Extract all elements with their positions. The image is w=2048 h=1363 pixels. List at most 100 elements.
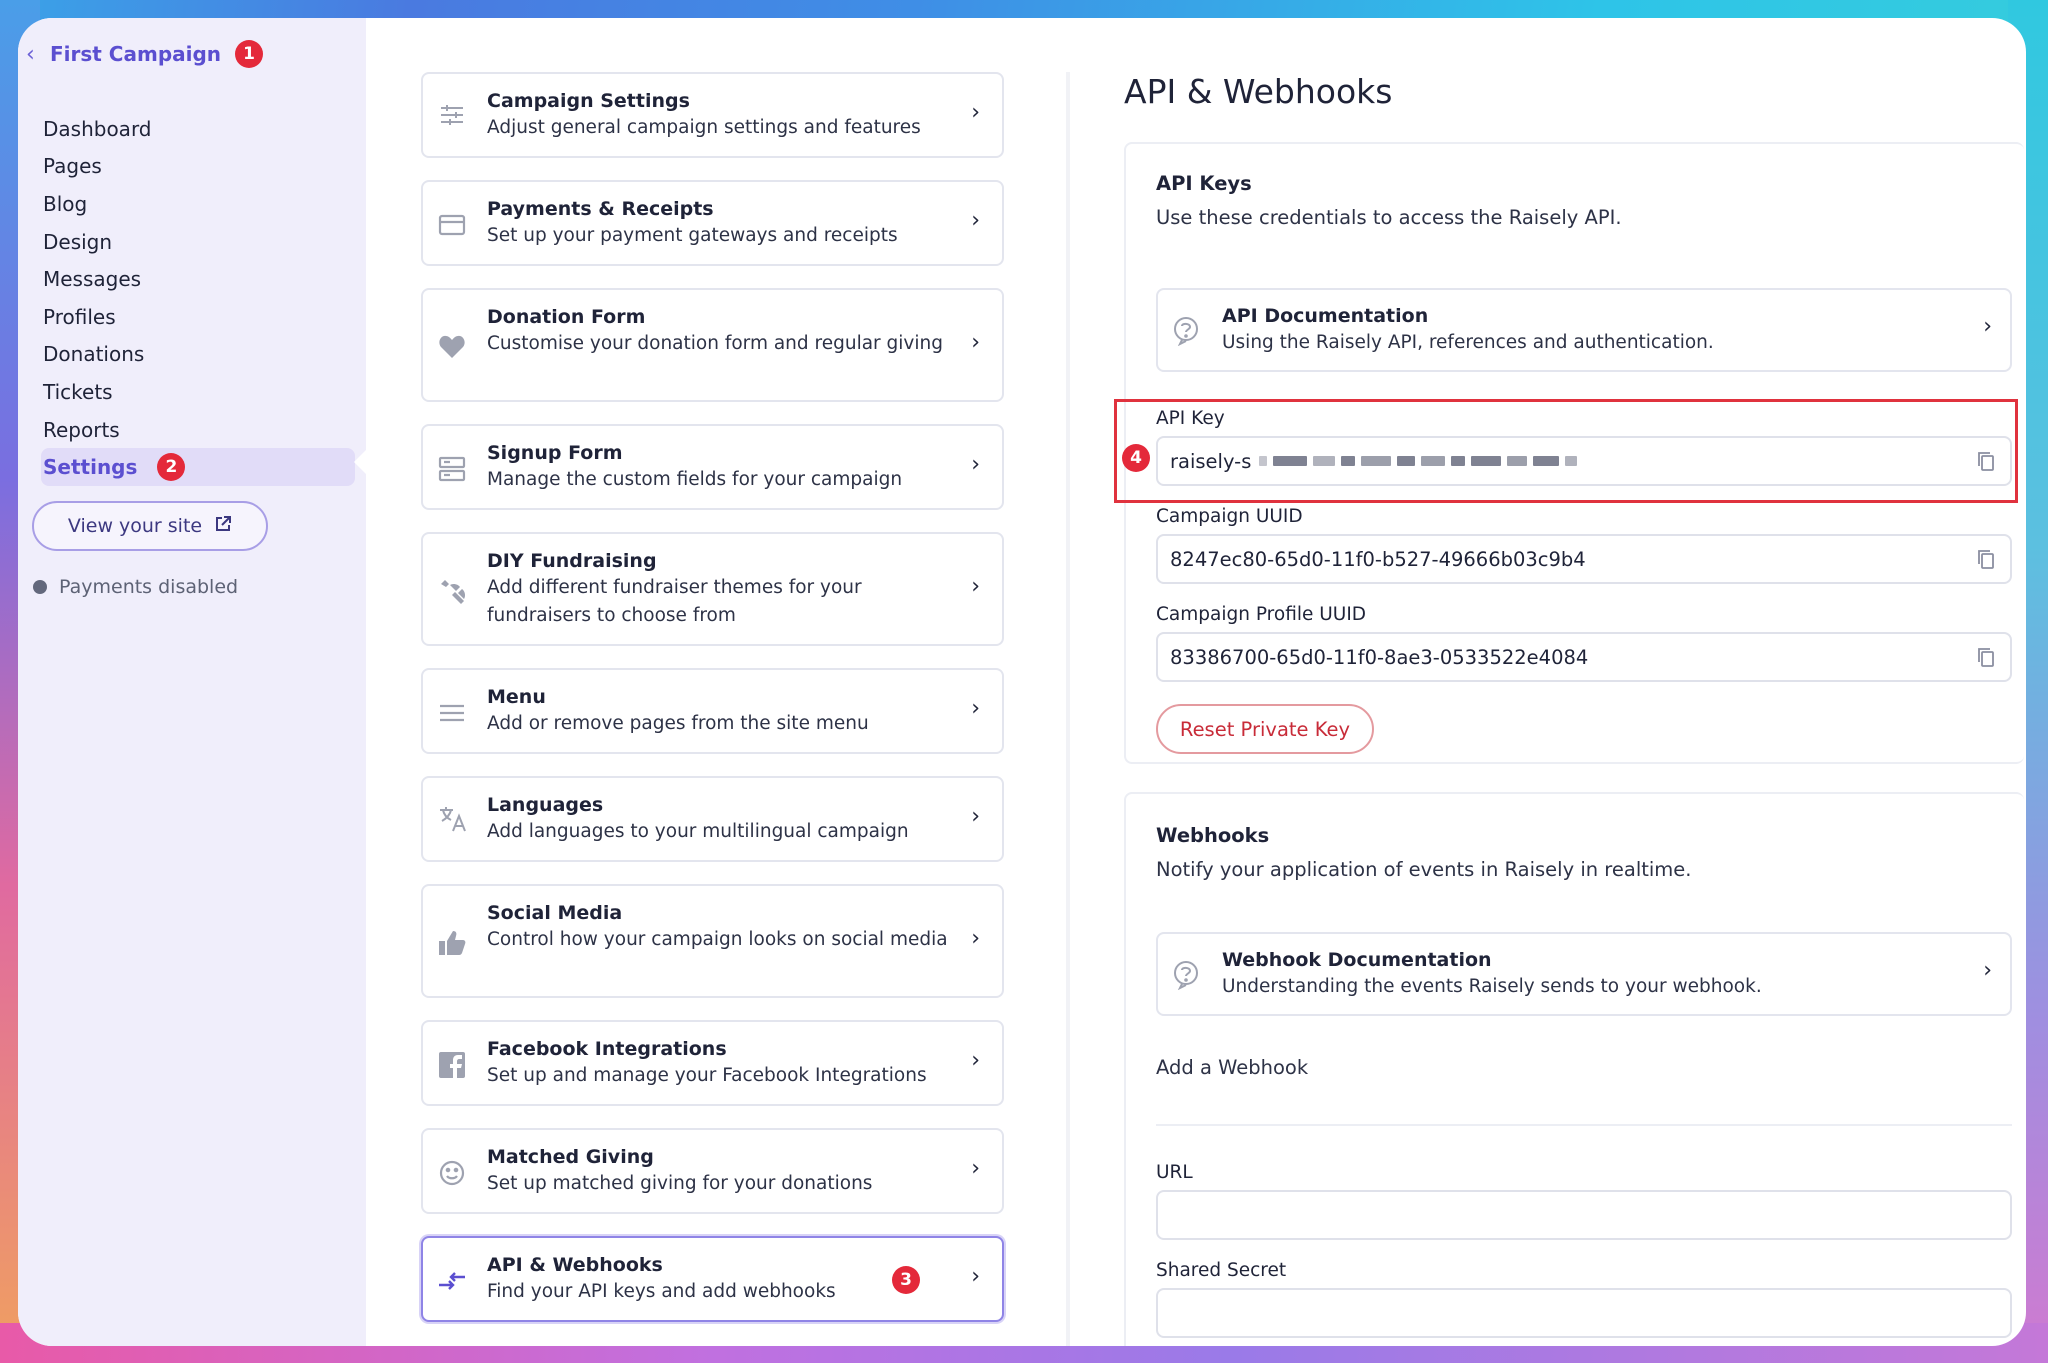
chevron-right-icon: › bbox=[1983, 958, 1992, 983]
campaign-uuid-label: Campaign UUID bbox=[1156, 506, 1303, 527]
doc-title: API Documentation bbox=[1222, 305, 1429, 327]
settings-card-payments-receipts[interactable]: Payments & Receipts Set up your payment … bbox=[421, 180, 1004, 266]
card-desc: Adjust general campaign settings and fea… bbox=[487, 117, 921, 138]
column-divider bbox=[1066, 72, 1070, 1346]
chevron-right-icon: › bbox=[971, 330, 980, 355]
sidebar-item-label: Blog bbox=[43, 191, 88, 216]
card-title: Campaign Settings bbox=[487, 90, 690, 112]
copy-icon[interactable] bbox=[1976, 450, 1998, 472]
card-desc: Add different fundraiser themes for your… bbox=[487, 577, 862, 626]
doc-desc: Understanding the events Raisely sends t… bbox=[1222, 976, 1762, 997]
card-desc: Add or remove pages from the site menu bbox=[487, 713, 869, 734]
chevron-right-icon: › bbox=[971, 804, 980, 829]
shared-secret-input[interactable] bbox=[1156, 1288, 2012, 1338]
sidebar-item-design[interactable]: Design bbox=[43, 223, 355, 261]
url-input[interactable] bbox=[1156, 1190, 2012, 1240]
smiley-icon bbox=[437, 1158, 467, 1188]
card-desc: Find your API keys and add webhooks bbox=[487, 1281, 836, 1302]
shared-secret-label: Shared Secret bbox=[1156, 1260, 1287, 1281]
api-keys-desc: Use these credentials to access the Rais… bbox=[1156, 206, 1622, 229]
sliders-icon bbox=[437, 100, 467, 130]
card-desc: Set up matched giving for your donations bbox=[487, 1173, 873, 1194]
sidebar-item-label: Design bbox=[43, 229, 113, 254]
sidebar-item-donations[interactable]: Donations bbox=[43, 336, 355, 374]
external-link-icon bbox=[214, 515, 232, 538]
sidebar-item-label: Dashboard bbox=[43, 116, 152, 141]
menu-icon bbox=[437, 698, 467, 728]
status-dot-icon bbox=[33, 580, 47, 594]
doc-title: Webhook Documentation bbox=[1222, 949, 1492, 971]
copy-icon[interactable] bbox=[1976, 646, 1998, 668]
reset-private-key-button[interactable]: Reset Private Key bbox=[1156, 704, 1374, 754]
settings-card-menu[interactable]: Menu Add or remove pages from the site m… bbox=[421, 668, 1004, 754]
settings-card-matched-giving[interactable]: Matched Giving Set up matched giving for… bbox=[421, 1128, 1004, 1214]
step-badge-4: 4 bbox=[1122, 444, 1150, 472]
card-title: Signup Form bbox=[487, 442, 623, 464]
sidebar-item-label: Messages bbox=[43, 267, 142, 292]
form-icon bbox=[437, 454, 467, 484]
settings-card-languages[interactable]: Languages Add languages to your multilin… bbox=[421, 776, 1004, 862]
copy-icon[interactable] bbox=[1976, 548, 1998, 570]
api-keys-section: API Keys Use these credentials to access… bbox=[1114, 142, 2024, 764]
sidebar-item-dashboard[interactable]: Dashboard bbox=[43, 110, 355, 148]
card-title: Languages bbox=[487, 794, 604, 816]
chevron-right-icon: › bbox=[971, 926, 980, 951]
sidebar-item-reports[interactable]: Reports bbox=[43, 411, 355, 449]
card-desc: Customise your donation form and regular… bbox=[487, 333, 943, 354]
sidebar-item-profiles[interactable]: Profiles bbox=[43, 298, 355, 336]
webhooks-title: Webhooks bbox=[1156, 824, 1270, 847]
api-documentation-link[interactable]: API Documentation Using the Raisely API,… bbox=[1156, 288, 2012, 372]
page-title: API & Webhooks bbox=[1124, 72, 1393, 111]
sidebar-item-label: Pages bbox=[43, 154, 102, 179]
chevron-right-icon: › bbox=[971, 1264, 980, 1289]
sidebar-item-pages[interactable]: Pages bbox=[43, 148, 355, 186]
thumbs-up-icon bbox=[437, 928, 467, 958]
campaign-back-link[interactable]: ‹ First Campaign 1 bbox=[26, 40, 264, 68]
card-title: Donation Form bbox=[487, 306, 646, 328]
chevron-right-icon: › bbox=[971, 452, 980, 477]
campaign-uuid-value: 8247ec80-65d0-11f0-b527-49666b03c9b4 bbox=[1170, 547, 1586, 571]
settings-card-diy-fundraising[interactable]: DIY Fundraising Add different fundraiser… bbox=[421, 532, 1004, 646]
doc-desc: Using the Raisely API, references and au… bbox=[1222, 332, 1714, 353]
payments-status-text: Payments disabled bbox=[59, 576, 239, 598]
settings-card-facebook-integrations[interactable]: Facebook Integrations Set up and manage … bbox=[421, 1020, 1004, 1106]
view-site-button[interactable]: View your site bbox=[32, 501, 268, 551]
sidebar: ‹ First Campaign 1 Dashboard Pages Blog … bbox=[18, 18, 366, 1346]
settings-card-signup-form[interactable]: Signup Form Manage the custom fields for… bbox=[421, 424, 1004, 510]
sidebar-item-label: Profiles bbox=[43, 304, 116, 329]
settings-card-api-webhooks[interactable]: API & Webhooks Find your API keys and ad… bbox=[421, 1236, 1004, 1322]
campaign-profile-uuid-field[interactable]: 83386700-65d0-11f0-8ae3-0533522e4084 bbox=[1156, 632, 2012, 682]
sidebar-item-label: Donations bbox=[43, 342, 145, 367]
card-title: Facebook Integrations bbox=[487, 1038, 727, 1060]
card-title: DIY Fundraising bbox=[487, 550, 657, 572]
step-badge-3: 3 bbox=[892, 1266, 920, 1294]
chevron-left-icon: ‹ bbox=[26, 41, 35, 67]
api-keys-title: API Keys bbox=[1156, 172, 1252, 195]
step-badge-2: 2 bbox=[157, 453, 186, 482]
webhooks-desc: Notify your application of events in Rai… bbox=[1156, 858, 1692, 881]
help-circle-icon bbox=[1172, 316, 1202, 347]
sidebar-item-messages[interactable]: Messages bbox=[43, 260, 355, 298]
campaign-uuid-field[interactable]: 8247ec80-65d0-11f0-b527-49666b03c9b4 bbox=[1156, 534, 2012, 584]
chevron-right-icon: › bbox=[971, 574, 980, 599]
step-badge-1: 1 bbox=[235, 40, 264, 68]
api-key-value: raisely-s bbox=[1170, 449, 1252, 473]
sidebar-item-settings[interactable]: Settings 2 bbox=[41, 448, 355, 486]
chevron-right-icon: › bbox=[971, 100, 980, 125]
campaign-profile-uuid-value: 83386700-65d0-11f0-8ae3-0533522e4084 bbox=[1170, 645, 1589, 669]
webhook-documentation-link[interactable]: Webhook Documentation Understanding the … bbox=[1156, 932, 2012, 1016]
api-key-blurred-mask bbox=[1259, 456, 1583, 466]
sidebar-item-tickets[interactable]: Tickets bbox=[43, 373, 355, 411]
card-desc: Manage the custom fields for your campai… bbox=[487, 469, 903, 490]
card-desc: Control how your campaign looks on socia… bbox=[487, 929, 948, 950]
api-key-label: API Key bbox=[1156, 408, 1225, 429]
settings-card-social-media[interactable]: Social Media Control how your campaign l… bbox=[421, 884, 1004, 998]
card-desc: Add languages to your multilingual campa… bbox=[487, 821, 909, 842]
sidebar-item-label: Settings bbox=[43, 455, 138, 480]
settings-card-campaign-settings[interactable]: Campaign Settings Adjust general campaig… bbox=[421, 72, 1004, 158]
api-key-field[interactable]: raisely-s bbox=[1156, 436, 2012, 486]
active-caret bbox=[354, 450, 366, 474]
sidebar-item-blog[interactable]: Blog bbox=[43, 185, 355, 223]
settings-card-donation-form[interactable]: Donation Form Customise your donation fo… bbox=[421, 288, 1004, 402]
card-desc: Set up and manage your Facebook Integrat… bbox=[487, 1065, 927, 1086]
